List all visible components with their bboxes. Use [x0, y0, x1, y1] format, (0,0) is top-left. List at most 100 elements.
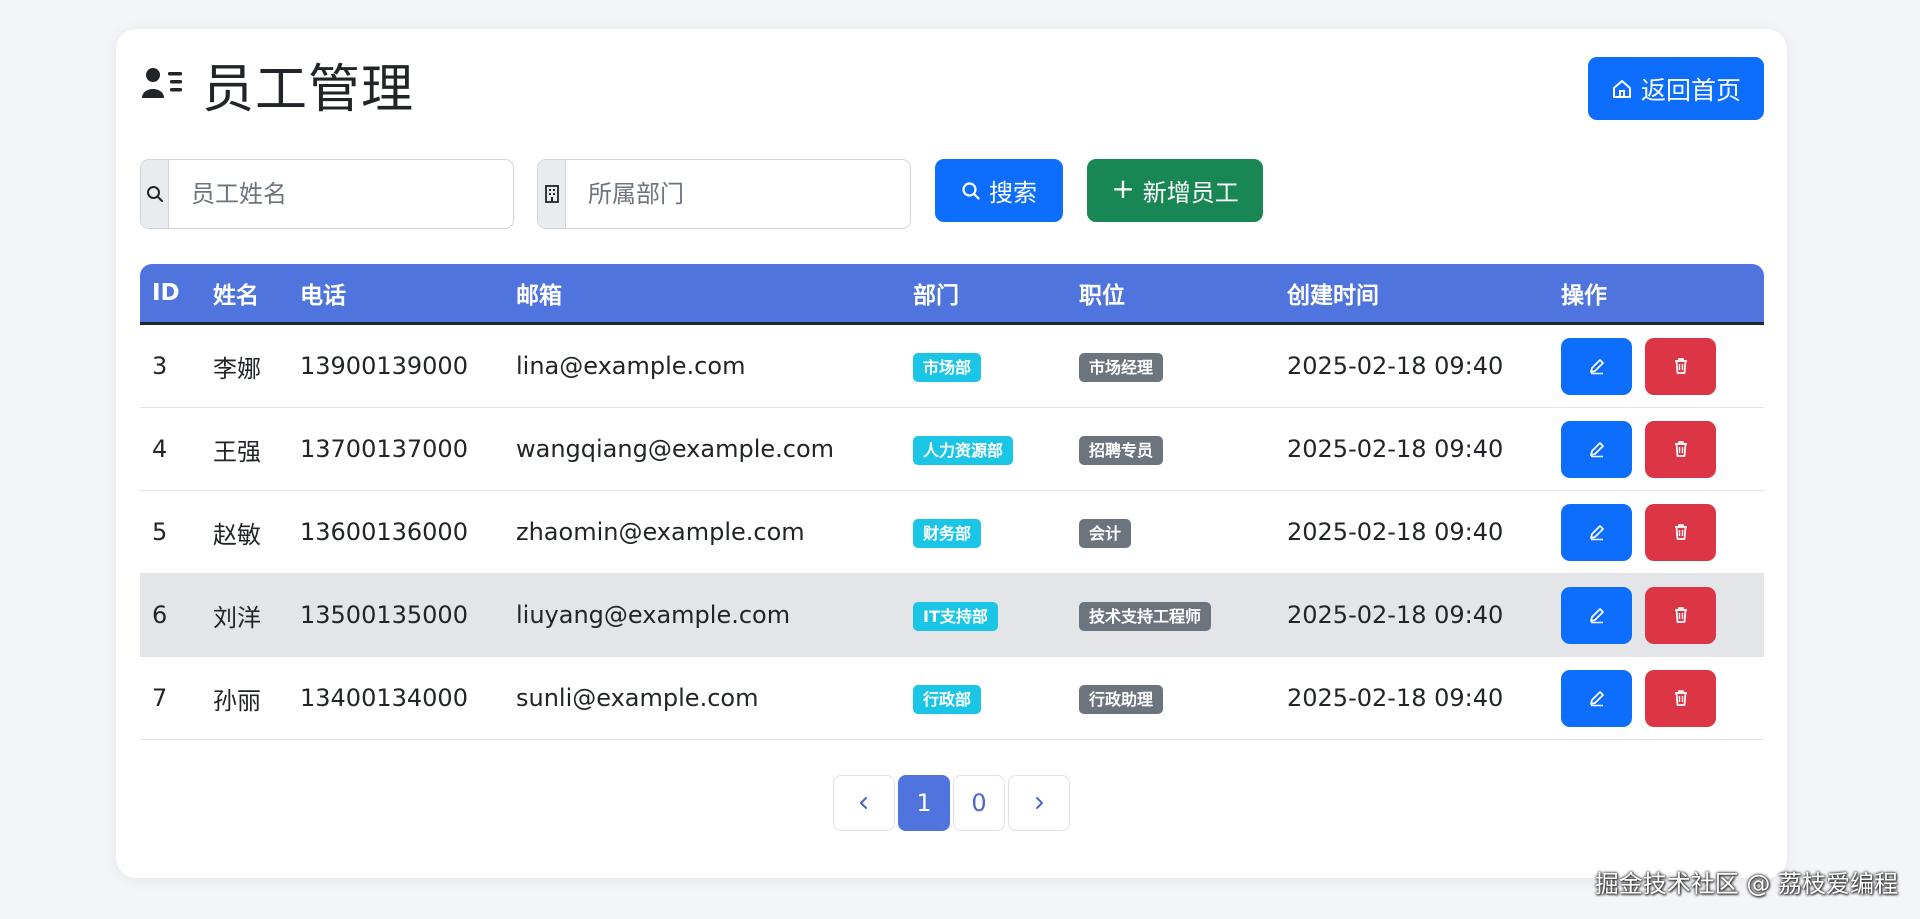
next-page-button[interactable]	[1008, 775, 1070, 831]
table-row: 7 孙丽 13400134000 sunli@example.com 行政部 行…	[140, 656, 1764, 740]
edit-button[interactable]	[1561, 420, 1632, 478]
person-lines-icon	[142, 68, 182, 98]
cell-position: 市场经理	[1067, 323, 1275, 408]
cell-created: 2025-02-18 09:40	[1275, 573, 1549, 657]
cell-dept: 行政部	[901, 656, 1067, 740]
column-header: 操作	[1549, 264, 1764, 325]
table-row: 3 李娜 13900139000 lina@example.com 市场部 市场…	[140, 323, 1764, 408]
chevron-right-icon	[1036, 797, 1043, 809]
cell-name: 王强	[201, 407, 288, 491]
cell-name: 刘洋	[201, 573, 288, 657]
cell-dept: IT支持部	[901, 573, 1067, 657]
add-employee-label: 新增员工	[1142, 179, 1239, 207]
chevron-left-icon	[860, 797, 867, 809]
delete-button[interactable]	[1645, 420, 1716, 478]
home-button[interactable]: 返回首页	[1588, 57, 1764, 120]
search-icon	[146, 186, 163, 202]
page-button[interactable]: 1	[898, 775, 950, 831]
department-input[interactable]	[566, 160, 910, 228]
delete-button[interactable]	[1645, 586, 1716, 644]
dept-addon	[538, 160, 566, 228]
column-header: 姓名	[201, 264, 288, 325]
position-badge: 招聘专员	[1079, 435, 1164, 465]
row-actions	[1561, 503, 1764, 561]
column-header: 邮箱	[504, 264, 901, 325]
cell-email: wangqiang@example.com	[504, 407, 901, 491]
department-badge: 财务部	[913, 518, 982, 548]
department-badge: 行政部	[913, 684, 982, 714]
trash-icon	[1674, 524, 1687, 540]
cell-position: 招聘专员	[1067, 407, 1275, 491]
edit-button[interactable]	[1561, 503, 1632, 561]
cell-dept: 财务部	[901, 490, 1067, 574]
plus-icon: +	[1111, 172, 1135, 205]
cell-phone: 13400134000	[288, 656, 504, 740]
column-header: ID	[140, 264, 201, 325]
row-actions	[1561, 337, 1764, 395]
cell-phone: 13900139000	[288, 323, 504, 408]
add-employee-button[interactable]: + 新增员工	[1087, 159, 1263, 222]
cell-created: 2025-02-18 09:40	[1275, 323, 1549, 408]
department-badge: 人力资源部	[913, 435, 1014, 465]
pencil-icon	[1589, 442, 1604, 458]
search-button-label: 搜索	[989, 179, 1037, 207]
edit-button[interactable]	[1561, 337, 1632, 395]
cell-actions	[1549, 490, 1764, 574]
cell-id: 7	[140, 656, 201, 740]
search-button[interactable]: 搜索	[935, 159, 1063, 222]
cell-name: 李娜	[201, 323, 288, 408]
position-badge: 市场经理	[1079, 352, 1164, 382]
pencil-icon	[1589, 359, 1604, 375]
cell-name: 孙丽	[201, 656, 288, 740]
employee-name-input[interactable]	[169, 160, 513, 228]
cell-actions	[1549, 323, 1764, 408]
edit-button[interactable]	[1561, 586, 1632, 644]
name-search-group	[140, 159, 514, 229]
delete-button[interactable]	[1645, 669, 1716, 727]
watermark: 掘金技术社区 @ 荔枝爱编程	[1594, 870, 1898, 898]
cell-email: zhaomin@example.com	[504, 490, 901, 574]
table-row: 6 刘洋 13500135000 liuyang@example.com IT支…	[140, 573, 1764, 657]
cell-phone: 13600136000	[288, 490, 504, 574]
position-badge: 会计	[1079, 518, 1132, 548]
cell-dept: 人力资源部	[901, 407, 1067, 491]
employee-table: ID 姓名 电话 邮箱 部门 职位 创建时间 操作 3 李娜 139001390…	[140, 264, 1764, 740]
delete-button[interactable]	[1645, 503, 1716, 561]
pencil-icon	[1589, 608, 1604, 624]
table-header-row: ID 姓名 电话 邮箱 部门 职位 创建时间 操作	[140, 264, 1764, 325]
cell-position: 行政助理	[1067, 656, 1275, 740]
department-badge: IT支持部	[913, 601, 998, 631]
cell-created: 2025-02-18 09:40	[1275, 656, 1549, 740]
row-actions	[1561, 586, 1764, 644]
edit-button[interactable]	[1561, 669, 1632, 727]
table-row: 5 赵敏 13600136000 zhaomin@example.com 财务部…	[140, 490, 1764, 574]
delete-button[interactable]	[1645, 337, 1716, 395]
house-icon	[1612, 79, 1631, 98]
cell-position: 技术支持工程师	[1067, 573, 1275, 657]
page-button[interactable]: 0	[953, 775, 1005, 831]
cell-created: 2025-02-18 09:40	[1275, 490, 1549, 574]
column-header: 创建时间	[1275, 264, 1549, 325]
home-button-label: 返回首页	[1640, 75, 1741, 105]
cell-id: 4	[140, 407, 201, 491]
cell-name: 赵敏	[201, 490, 288, 574]
column-header: 电话	[288, 264, 504, 325]
search-icon	[962, 181, 980, 200]
cell-position: 会计	[1067, 490, 1275, 574]
cell-actions	[1549, 656, 1764, 740]
cell-id: 6	[140, 573, 201, 657]
cell-created: 2025-02-18 09:40	[1275, 407, 1549, 491]
trash-icon	[1674, 690, 1687, 706]
column-header: 职位	[1067, 264, 1275, 325]
prev-page-button[interactable]	[833, 775, 895, 831]
position-badge: 技术支持工程师	[1079, 601, 1212, 631]
name-addon	[141, 160, 169, 228]
department-badge: 市场部	[913, 352, 982, 382]
cell-email: lina@example.com	[504, 323, 901, 408]
table-row: 4 王强 13700137000 wangqiang@example.com 人…	[140, 407, 1764, 491]
building-icon	[544, 185, 559, 203]
cell-email: liuyang@example.com	[504, 573, 901, 657]
trash-icon	[1674, 441, 1687, 457]
position-badge: 行政助理	[1079, 684, 1164, 714]
pagination: 1 0	[833, 775, 1070, 831]
